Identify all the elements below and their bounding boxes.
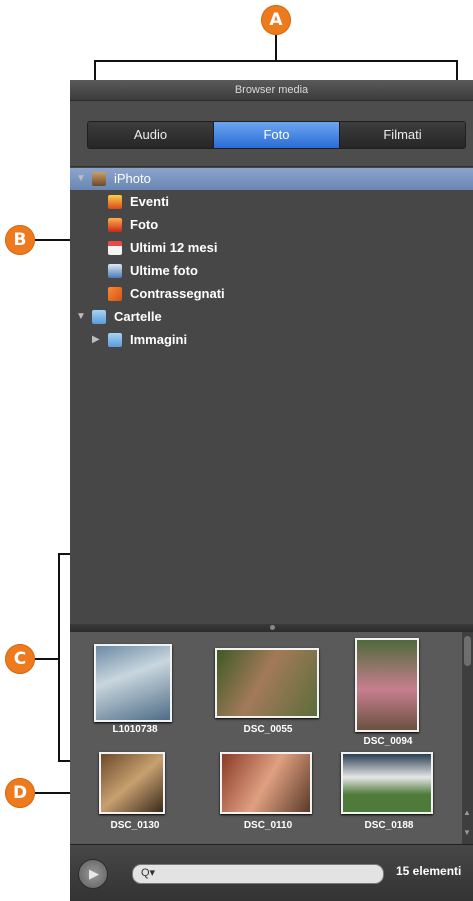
tree-item-eventi[interactable]: Eventi <box>70 191 473 213</box>
scrollbar-thumb[interactable] <box>464 636 471 666</box>
tree-item-label: Contrassegnati <box>130 286 225 301</box>
tab-foto[interactable]: Foto <box>214 122 340 148</box>
callout-a-bracket <box>94 60 458 62</box>
thumbnail-scrollbar[interactable]: ▲ ▼ <box>462 632 473 844</box>
thumbnail-item[interactable]: DSC_0130 <box>99 752 171 836</box>
tree-item-immagini[interactable]: ▶ Immagini <box>70 329 473 351</box>
disclosure-open-icon[interactable]: ▼ <box>76 168 86 190</box>
search-field[interactable]: Q▾ <box>132 864 384 884</box>
thumbnail-image[interactable] <box>220 752 312 814</box>
thumbnail-item[interactable]: DSC_0055 <box>215 648 321 735</box>
callout-c-stem <box>35 658 59 660</box>
thumbnail-caption: DSC_0130 <box>110 820 160 831</box>
folder-icon <box>92 310 106 324</box>
thumbnail-caption: L1010738 <box>112 724 158 735</box>
tree-item-ultime-foto[interactable]: Ultime foto <box>70 260 473 282</box>
flag-icon <box>108 287 122 301</box>
tree-item-label: Ultime foto <box>130 263 198 278</box>
callout-c: C <box>5 644 35 674</box>
thumbnail-grid: L1010738 DSC_0055 DSC_0094 DSC_0130 DSC_… <box>70 632 462 844</box>
tab-filmati[interactable]: Filmati <box>340 122 465 148</box>
thumbnail-image[interactable] <box>94 644 172 722</box>
item-count: 15 elementi <box>396 864 462 878</box>
callout-a: A <box>261 5 291 35</box>
thumbnail-caption: DSC_0188 <box>364 820 414 831</box>
play-button[interactable]: ▶ <box>78 859 108 889</box>
callout-c-bracket <box>58 553 60 761</box>
tree-item-label: Immagini <box>130 332 188 347</box>
search-icon[interactable]: Q▾ <box>141 866 155 879</box>
window-title: Browser media <box>70 80 473 101</box>
thumbnail-image[interactable] <box>355 638 419 732</box>
tree-item-contrassegnati[interactable]: Contrassegnati <box>70 283 473 305</box>
thumbnail-item[interactable]: DSC_0094 <box>355 638 421 750</box>
disclosure-closed-icon[interactable]: ▶ <box>92 329 100 351</box>
bottom-toolbar: ▶ Q▾ 15 elementi <box>70 844 473 901</box>
disclosure-open-icon[interactable]: ▼ <box>76 306 86 328</box>
splitter-handle[interactable] <box>270 625 275 630</box>
thumbnail-caption: DSC_0110 <box>243 820 293 831</box>
thumbnail-caption: DSC_0055 <box>243 724 293 735</box>
tree-item-foto[interactable]: Foto <box>70 214 473 236</box>
thumbnail-caption: DSC_0094 <box>363 736 413 747</box>
callout-b: B <box>5 225 35 255</box>
thumbnail-image[interactable] <box>99 752 165 814</box>
thumbnail-image[interactable] <box>341 752 433 814</box>
scroll-down-icon[interactable]: ▼ <box>463 828 471 837</box>
media-type-tabs: Audio Foto Filmati <box>87 121 466 149</box>
thumbnail-image[interactable] <box>215 648 319 718</box>
play-icon: ▶ <box>89 866 99 881</box>
tab-audio[interactable]: Audio <box>88 122 214 148</box>
folder-icon <box>108 333 122 347</box>
scroll-up-icon[interactable]: ▲ <box>463 808 471 817</box>
last-import-icon <box>108 264 122 278</box>
tree-item-label: Foto <box>130 217 159 232</box>
tree-item-label: iPhoto <box>114 171 151 186</box>
events-icon <box>108 195 122 209</box>
source-tree: ▼ iPhoto Eventi Foto Ultimi 12 mesi Ulti… <box>70 166 473 625</box>
callout-a-stem <box>275 35 277 61</box>
pane-splitter[interactable] <box>70 624 473 632</box>
tree-item-label: Cartelle <box>114 309 162 324</box>
tree-item-cartelle[interactable]: ▼ Cartelle <box>70 306 473 328</box>
tree-item-label: Eventi <box>130 194 170 209</box>
photos-icon <box>108 218 122 232</box>
tree-item-ultimi-12-mesi[interactable]: Ultimi 12 mesi <box>70 237 473 259</box>
calendar-icon <box>108 241 122 255</box>
thumbnail-item[interactable]: DSC_0110 <box>220 752 316 836</box>
tree-item-iphoto[interactable]: ▼ iPhoto <box>70 168 473 190</box>
thumbnail-item[interactable]: L1010738 <box>94 644 176 735</box>
media-browser-panel: Browser media Audio Foto Filmati ▼ iPhot… <box>70 80 473 901</box>
callout-d: D <box>5 778 35 808</box>
thumbnail-item[interactable]: DSC_0188 <box>341 752 437 836</box>
tree-item-label: Ultimi 12 mesi <box>130 240 218 255</box>
iphoto-icon <box>92 172 106 186</box>
